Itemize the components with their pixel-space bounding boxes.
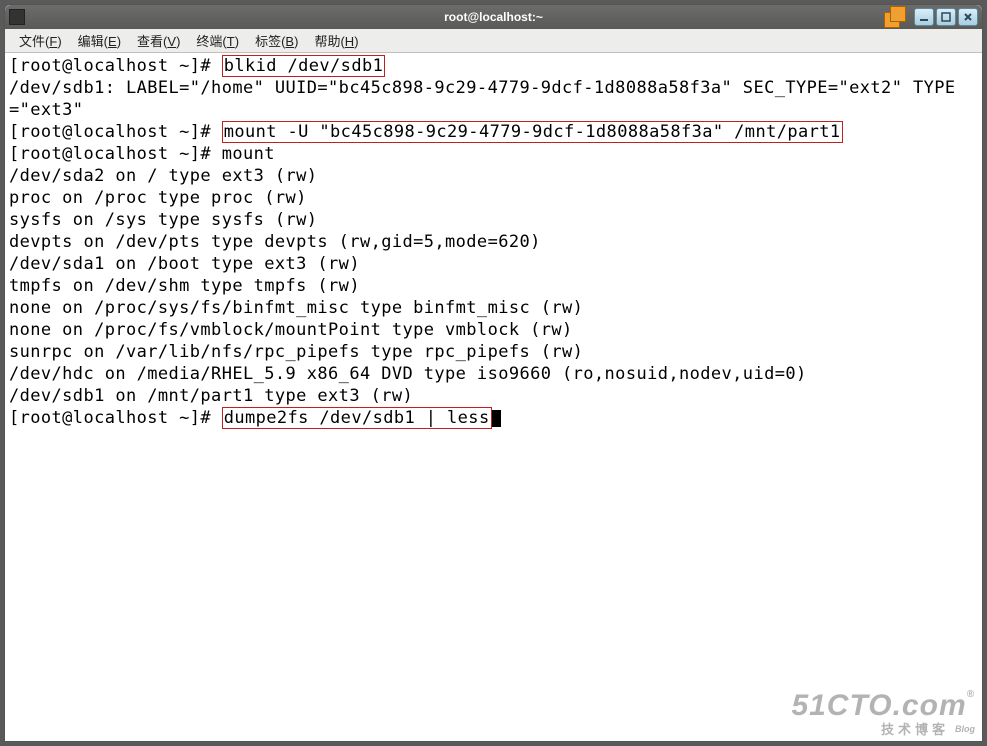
terminal-output[interactable]: [root@localhost ~]# blkid /dev/sdb1 /dev… (5, 53, 982, 741)
menu-help[interactable]: 帮助(H) (306, 29, 366, 52)
menu-view[interactable]: 查看(V) (129, 29, 188, 52)
mount-line: /dev/sda1 on /boot type ext3 (rw) (9, 254, 360, 274)
maximize-button[interactable] (936, 8, 956, 26)
mount-line: tmpfs on /dev/shm type tmpfs (rw) (9, 276, 360, 296)
minimize-button[interactable] (914, 8, 934, 26)
highlighted-command-2: mount -U "bc45c898-9c29-4779-9dcf-1d8088… (222, 121, 843, 143)
mount-line: proc on /proc type proc (rw) (9, 188, 307, 208)
output-blkid: /dev/sdb1: LABEL="/home" UUID="bc45c898-… (9, 78, 956, 120)
mount-line: none on /proc/sys/fs/binfmt_misc type bi… (9, 298, 583, 318)
prompt: [root@localhost ~]# (9, 56, 222, 76)
highlighted-command-1: blkid /dev/sdb1 (222, 55, 386, 77)
prompt: [root@localhost ~]# (9, 122, 222, 142)
menu-terminal[interactable]: 终端(T) (188, 29, 247, 52)
menu-tabs[interactable]: 标签(B) (247, 29, 306, 52)
mount-line: /dev/sdb1 on /mnt/part1 type ext3 (rw) (9, 386, 413, 406)
titlebar[interactable]: root@localhost:~ (5, 5, 982, 29)
terminal-window: root@localhost:~ 文件(F) 编辑(E) 查看(V) 终端(T)… (4, 4, 983, 742)
menu-edit[interactable]: 编辑(E) (70, 29, 129, 52)
cursor-icon (492, 410, 501, 427)
command-mount: mount (222, 144, 275, 164)
window-title: root@localhost:~ (5, 10, 982, 24)
highlighted-command-3: dumpe2fs /dev/sdb1 | less (222, 407, 492, 429)
stack-icon (884, 6, 906, 28)
prompt: [root@localhost ~]# (9, 408, 222, 428)
mount-line: /dev/sda2 on / type ext3 (rw) (9, 166, 317, 186)
menubar: 文件(F) 编辑(E) 查看(V) 终端(T) 标签(B) 帮助(H) (5, 29, 982, 53)
mount-line: sunrpc on /var/lib/nfs/rpc_pipefs type r… (9, 342, 583, 362)
mount-line: /dev/hdc on /media/RHEL_5.9 x86_64 DVD t… (9, 364, 807, 384)
close-button[interactable] (958, 8, 978, 26)
mount-line: devpts on /dev/pts type devpts (rw,gid=5… (9, 232, 541, 252)
mount-line: none on /proc/fs/vmblock/mountPoint type… (9, 320, 573, 340)
prompt: [root@localhost ~]# (9, 144, 222, 164)
menu-file[interactable]: 文件(F) (11, 29, 70, 52)
mount-line: sysfs on /sys type sysfs (rw) (9, 210, 317, 230)
terminal-icon (9, 9, 25, 25)
